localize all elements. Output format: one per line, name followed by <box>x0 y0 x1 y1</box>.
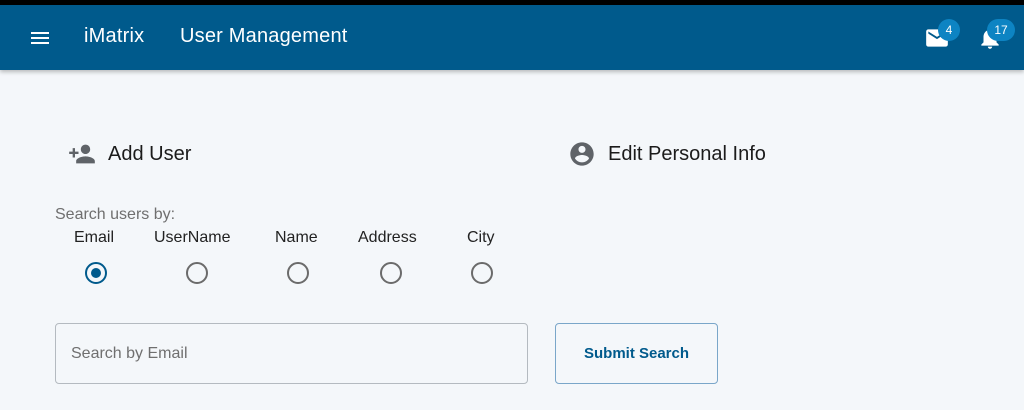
radio-address[interactable] <box>380 262 402 284</box>
radio-label-username: UserName <box>154 229 231 246</box>
account-circle-icon <box>568 140 596 168</box>
app-title: iMatrix <box>84 25 145 47</box>
person-add-icon <box>68 140 96 168</box>
radio-label-email: Email <box>74 229 115 246</box>
add-user-link[interactable]: Add User <box>68 140 191 168</box>
submit-search-button[interactable]: Submit Search <box>555 323 718 384</box>
app-bar: iMatrix User Management 4 17 <box>0 5 1024 70</box>
radio-name[interactable] <box>287 262 309 284</box>
page-title: User Management <box>180 25 348 47</box>
edit-personal-info-link[interactable]: Edit Personal Info <box>568 140 766 168</box>
search-by-label: Search users by: <box>55 206 176 223</box>
notifications-count-badge: 17 <box>987 19 1015 41</box>
search-input[interactable] <box>55 323 528 384</box>
add-user-label: Add User <box>108 142 192 165</box>
hamburger-menu-icon[interactable] <box>28 26 52 50</box>
radio-city[interactable] <box>471 262 493 284</box>
radio-label-city: City <box>467 229 495 246</box>
edit-personal-info-label: Edit Personal Info <box>608 142 766 165</box>
mail-count-badge: 4 <box>938 19 960 41</box>
radio-label-address: Address <box>358 229 417 246</box>
radio-label-name: Name <box>275 229 318 246</box>
radio-username[interactable] <box>186 262 208 284</box>
radio-email[interactable] <box>85 262 107 284</box>
